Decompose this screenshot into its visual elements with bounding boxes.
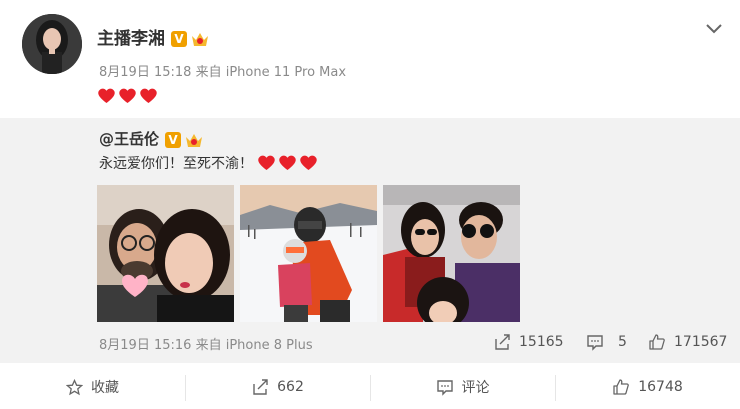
comment-label: 评论 [461,380,490,396]
family-sunglasses-photo[interactable] [383,185,520,322]
repost-source: iPhone 8 Plus [225,338,313,353]
comment-icon [436,380,453,396]
thumbs-up-icon [613,379,630,395]
repost-timestamp[interactable]: 8月19日 15:16 [99,338,191,353]
comment-icon [587,335,603,351]
repost-author[interactable]: @王岳伦 V [99,128,204,149]
crown-icon [192,33,208,46]
favorite-button[interactable]: 收藏 [0,365,185,409]
repost-comment-count[interactable]: 5 [586,333,627,351]
heart-emoji-icon [119,88,136,104]
like-button[interactable]: 16748 [555,365,740,409]
favorite-label: 收藏 [91,380,119,396]
chevron-down-icon[interactable] [704,22,724,36]
repost-text: 永远爱你们！至死不渝！ [99,153,320,175]
post-meta: 8月19日 15:18 来自 iPhone 11 Pro Max [99,61,346,80]
repost-count-value: 15165 [519,334,564,350]
repost-button[interactable]: 662 [185,365,370,409]
comment-count-value: 5 [618,334,627,350]
author-name[interactable]: 主播李湘 [97,29,165,49]
like-label: 16748 [638,379,683,395]
repost-text-content: 永远爱你们！至死不渝！ [99,156,253,172]
verified-badge: V [165,131,182,148]
repost-repost-count[interactable]: 15165 [493,333,564,351]
repost-meta: 8月19日 15:16 来自 iPhone 8 Plus [99,334,313,353]
post-text [97,87,160,108]
heart-emoji-icon [140,88,157,104]
source-prefix: 来自 [195,338,222,353]
heart-emoji-icon [98,88,115,104]
share-icon [253,379,268,395]
ski-slope-photo[interactable] [240,185,377,322]
share-icon [495,334,510,350]
verified-badge: V [171,31,187,47]
heart-emoji-icon [300,155,317,170]
star-icon [66,378,83,395]
comment-button[interactable]: 评论 [370,365,555,409]
source-prefix: 来自 [195,65,222,80]
post-source: iPhone 11 Pro Max [225,65,347,80]
heart-emoji-icon [258,155,275,170]
post-timestamp[interactable]: 8月19日 15:18 [99,65,191,80]
repost-like-count[interactable]: 171567 [648,333,727,351]
post-author[interactable]: 主播李湘 V [97,28,210,50]
like-count-value: 171567 [674,334,728,350]
couple-selfie-photo[interactable] [97,185,234,322]
heart-emoji-icon [279,155,296,170]
repost-author-name[interactable]: @王岳伦 [99,130,159,148]
thumbs-up-icon [649,334,665,350]
avatar[interactable] [22,14,82,74]
crown-icon [186,133,203,147]
repost-label: 662 [277,379,304,395]
